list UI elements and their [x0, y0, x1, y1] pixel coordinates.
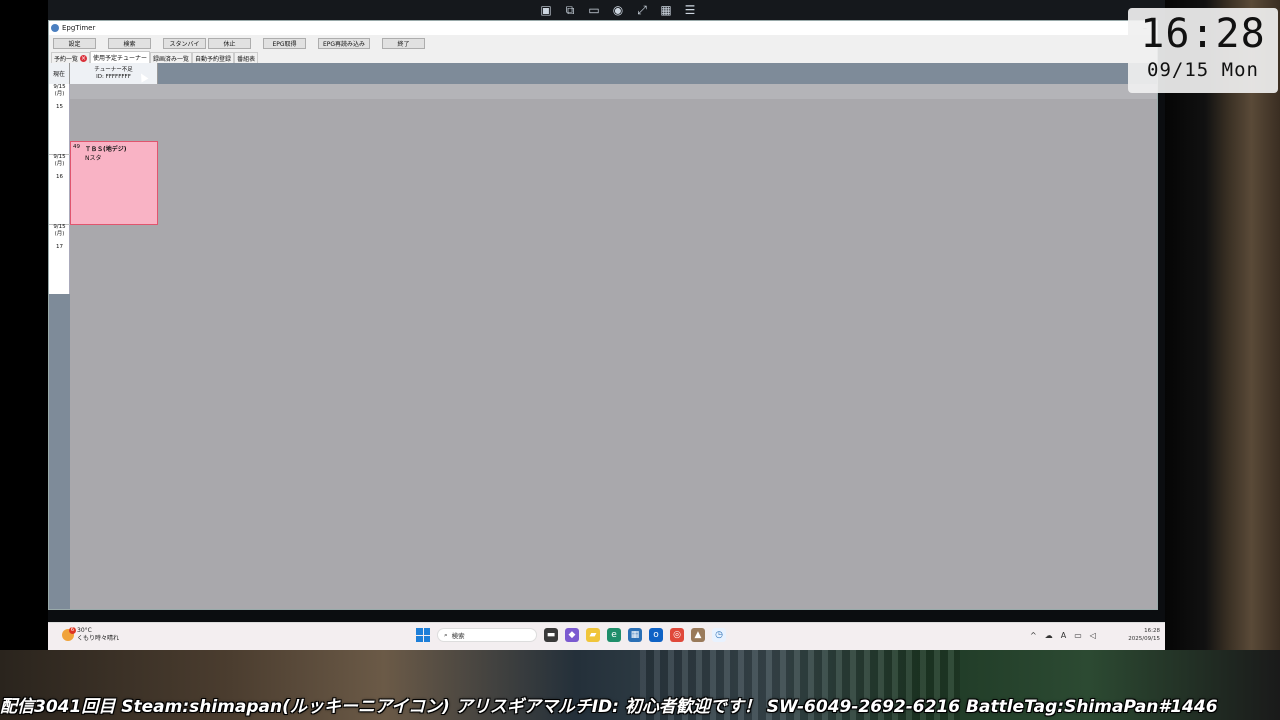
- time-slot: 9/15 (月) 16: [49, 154, 70, 181]
- weather-badge: 6: [69, 627, 76, 634]
- task-view-icon[interactable]: ▬: [544, 628, 558, 642]
- app-icon-extra[interactable]: ▲: [691, 628, 705, 642]
- toolbar: 設定 検索 スタンバイ 休止 EPG取得 EPG再読み込み 終了: [49, 35, 1157, 51]
- app-icon: [51, 24, 59, 32]
- search-button[interactable]: 検索: [108, 37, 151, 49]
- settings-sliders-icon[interactable]: ☰: [682, 3, 698, 17]
- background-right: [1165, 0, 1280, 650]
- tuner-grid: 現在 チューナー不足 ID: FFFFFFFF 9/15 (月) 15 9/15…: [49, 63, 1157, 609]
- time-column-empty: [49, 294, 70, 609]
- time-column: 9/15 (月) 15 9/15 (月) 16 9/15 (月) 17: [49, 84, 70, 294]
- window-title: EpgTimer: [62, 24, 96, 32]
- exit-button[interactable]: 終了: [382, 37, 425, 49]
- time-slot: 9/15 (月) 15: [49, 84, 70, 111]
- background-left: [0, 0, 48, 650]
- edge-icon[interactable]: e: [607, 628, 621, 642]
- tab-reservations[interactable]: 予約一覧 ×: [51, 52, 91, 63]
- channel-name: ＴＢＳ(地デジ): [85, 146, 127, 153]
- hibernate-button[interactable]: 休止: [208, 37, 251, 49]
- slot-date: 9/15: [53, 224, 66, 230]
- epg-reload-button[interactable]: EPG再読み込み: [318, 37, 370, 49]
- taskbar: 6 30°C くもり時々晴れ ⌕ 検索 ▬ ◆ ▰ e ▦ o ◎ ▲ ◷ ^ …: [48, 622, 1165, 650]
- search-icon: ⌕: [444, 630, 448, 639]
- tab-recorded[interactable]: 録画済み一覧: [150, 52, 193, 63]
- slot-hour: 16: [56, 174, 63, 180]
- chevron-up-icon[interactable]: ^: [1030, 631, 1037, 640]
- monitor-icon[interactable]: ▣: [538, 3, 554, 17]
- slot-date: 9/15: [53, 84, 66, 90]
- taskbar-search[interactable]: ⌕ 検索: [437, 628, 537, 642]
- slot-weekday: (月): [54, 231, 65, 237]
- epgtimer-window: EpgTimer – 設定 検索 スタンバイ 休止 EPG取得 EPG再読み込み…: [48, 20, 1158, 610]
- grid-header: [49, 63, 1157, 84]
- file-explorer-icon[interactable]: ▰: [586, 628, 600, 642]
- slot-hour: 17: [56, 244, 63, 250]
- screen-icon[interactable]: ▭: [586, 3, 602, 17]
- weather-widget[interactable]: 6 30°C くもり時々晴れ: [62, 627, 119, 643]
- tab-auto-reserve[interactable]: 自動予約登録: [192, 52, 235, 63]
- chrome-icon[interactable]: ◎: [670, 628, 684, 642]
- program-title: Nスタ: [85, 155, 102, 162]
- epg-fetch-button[interactable]: EPG取得: [263, 37, 306, 49]
- eye-icon[interactable]: ◉: [610, 3, 626, 17]
- outlook-icon[interactable]: o: [649, 628, 663, 642]
- store-icon[interactable]: ▦: [628, 628, 642, 642]
- tab-program-guide[interactable]: 番組表: [234, 52, 259, 63]
- program-block[interactable]: 49 ＴＢＳ(地デジ) Nスタ: [70, 141, 158, 225]
- network-icon[interactable]: ▭: [1074, 631, 1082, 640]
- now-button[interactable]: 現在: [49, 63, 70, 84]
- overlay-clock-time: 16:28: [1140, 11, 1266, 57]
- stream-caption: 配信3041回目 Steam:shimapan(ルッキーニアイコン) アリスギア…: [0, 697, 1218, 717]
- slot-hour: 15: [56, 104, 63, 110]
- tuner-header-id: ID: FFFFFFFF: [96, 73, 131, 80]
- time-slot: 9/15 (月) 17: [49, 224, 70, 251]
- windows-icon[interactable]: ⧉: [562, 3, 578, 17]
- widgets-icon[interactable]: ◆: [565, 628, 579, 642]
- tab-reservations-label: 予約一覧: [54, 55, 79, 63]
- taskbar-apps: ⌕ 検索 ▬ ◆ ▰ e ▦ o ◎ ▲ ◷: [416, 628, 726, 642]
- settings-button[interactable]: 設定: [53, 37, 96, 49]
- volume-icon[interactable]: ◁: [1090, 631, 1096, 640]
- overlay-clock-date: 09/15 Mon: [1147, 59, 1259, 81]
- taskbar-clock[interactable]: 16:28 2025/09/15: [1116, 627, 1160, 643]
- slot-date: 9/15: [53, 154, 66, 160]
- start-icon[interactable]: [416, 628, 430, 642]
- slot-weekday: (月): [54, 161, 65, 167]
- fullscreen-icon[interactable]: ⤢: [634, 3, 650, 17]
- taskbar-date: 2025/09/15: [1128, 636, 1160, 642]
- tab-tuner-schedule[interactable]: 使用予定チューナー: [90, 51, 151, 63]
- standby-button[interactable]: スタンバイ: [163, 37, 206, 49]
- layout-icon[interactable]: ▦: [658, 3, 674, 17]
- epgtimer-taskbar-icon[interactable]: ◷: [712, 628, 726, 642]
- taskbar-time: 16:28: [1144, 628, 1160, 634]
- channel-number: 49: [73, 144, 80, 150]
- onedrive-icon[interactable]: ☁: [1045, 631, 1053, 640]
- weather-temp: 30°C: [77, 627, 92, 634]
- weather-text: くもり時々晴れ: [77, 635, 120, 642]
- overlay-clock: 16:28 09/15 Mon: [1128, 8, 1278, 93]
- warning-icon: ×: [80, 54, 88, 62]
- ime-icon[interactable]: A: [1061, 631, 1066, 640]
- title-bar: EpgTimer –: [49, 21, 1157, 35]
- grid-subheader: [70, 84, 1157, 99]
- slot-weekday: (月): [54, 91, 65, 97]
- remote-toolbar: ▣ ⧉ ▭ ◉ ⤢ ▦ ☰: [510, 0, 726, 20]
- search-label: 検索: [451, 632, 465, 640]
- tuner-header-status: チューナー不足: [94, 66, 133, 73]
- system-tray: ^ ☁ A ▭ ◁: [1030, 631, 1096, 640]
- weather-icon: 6: [62, 627, 76, 641]
